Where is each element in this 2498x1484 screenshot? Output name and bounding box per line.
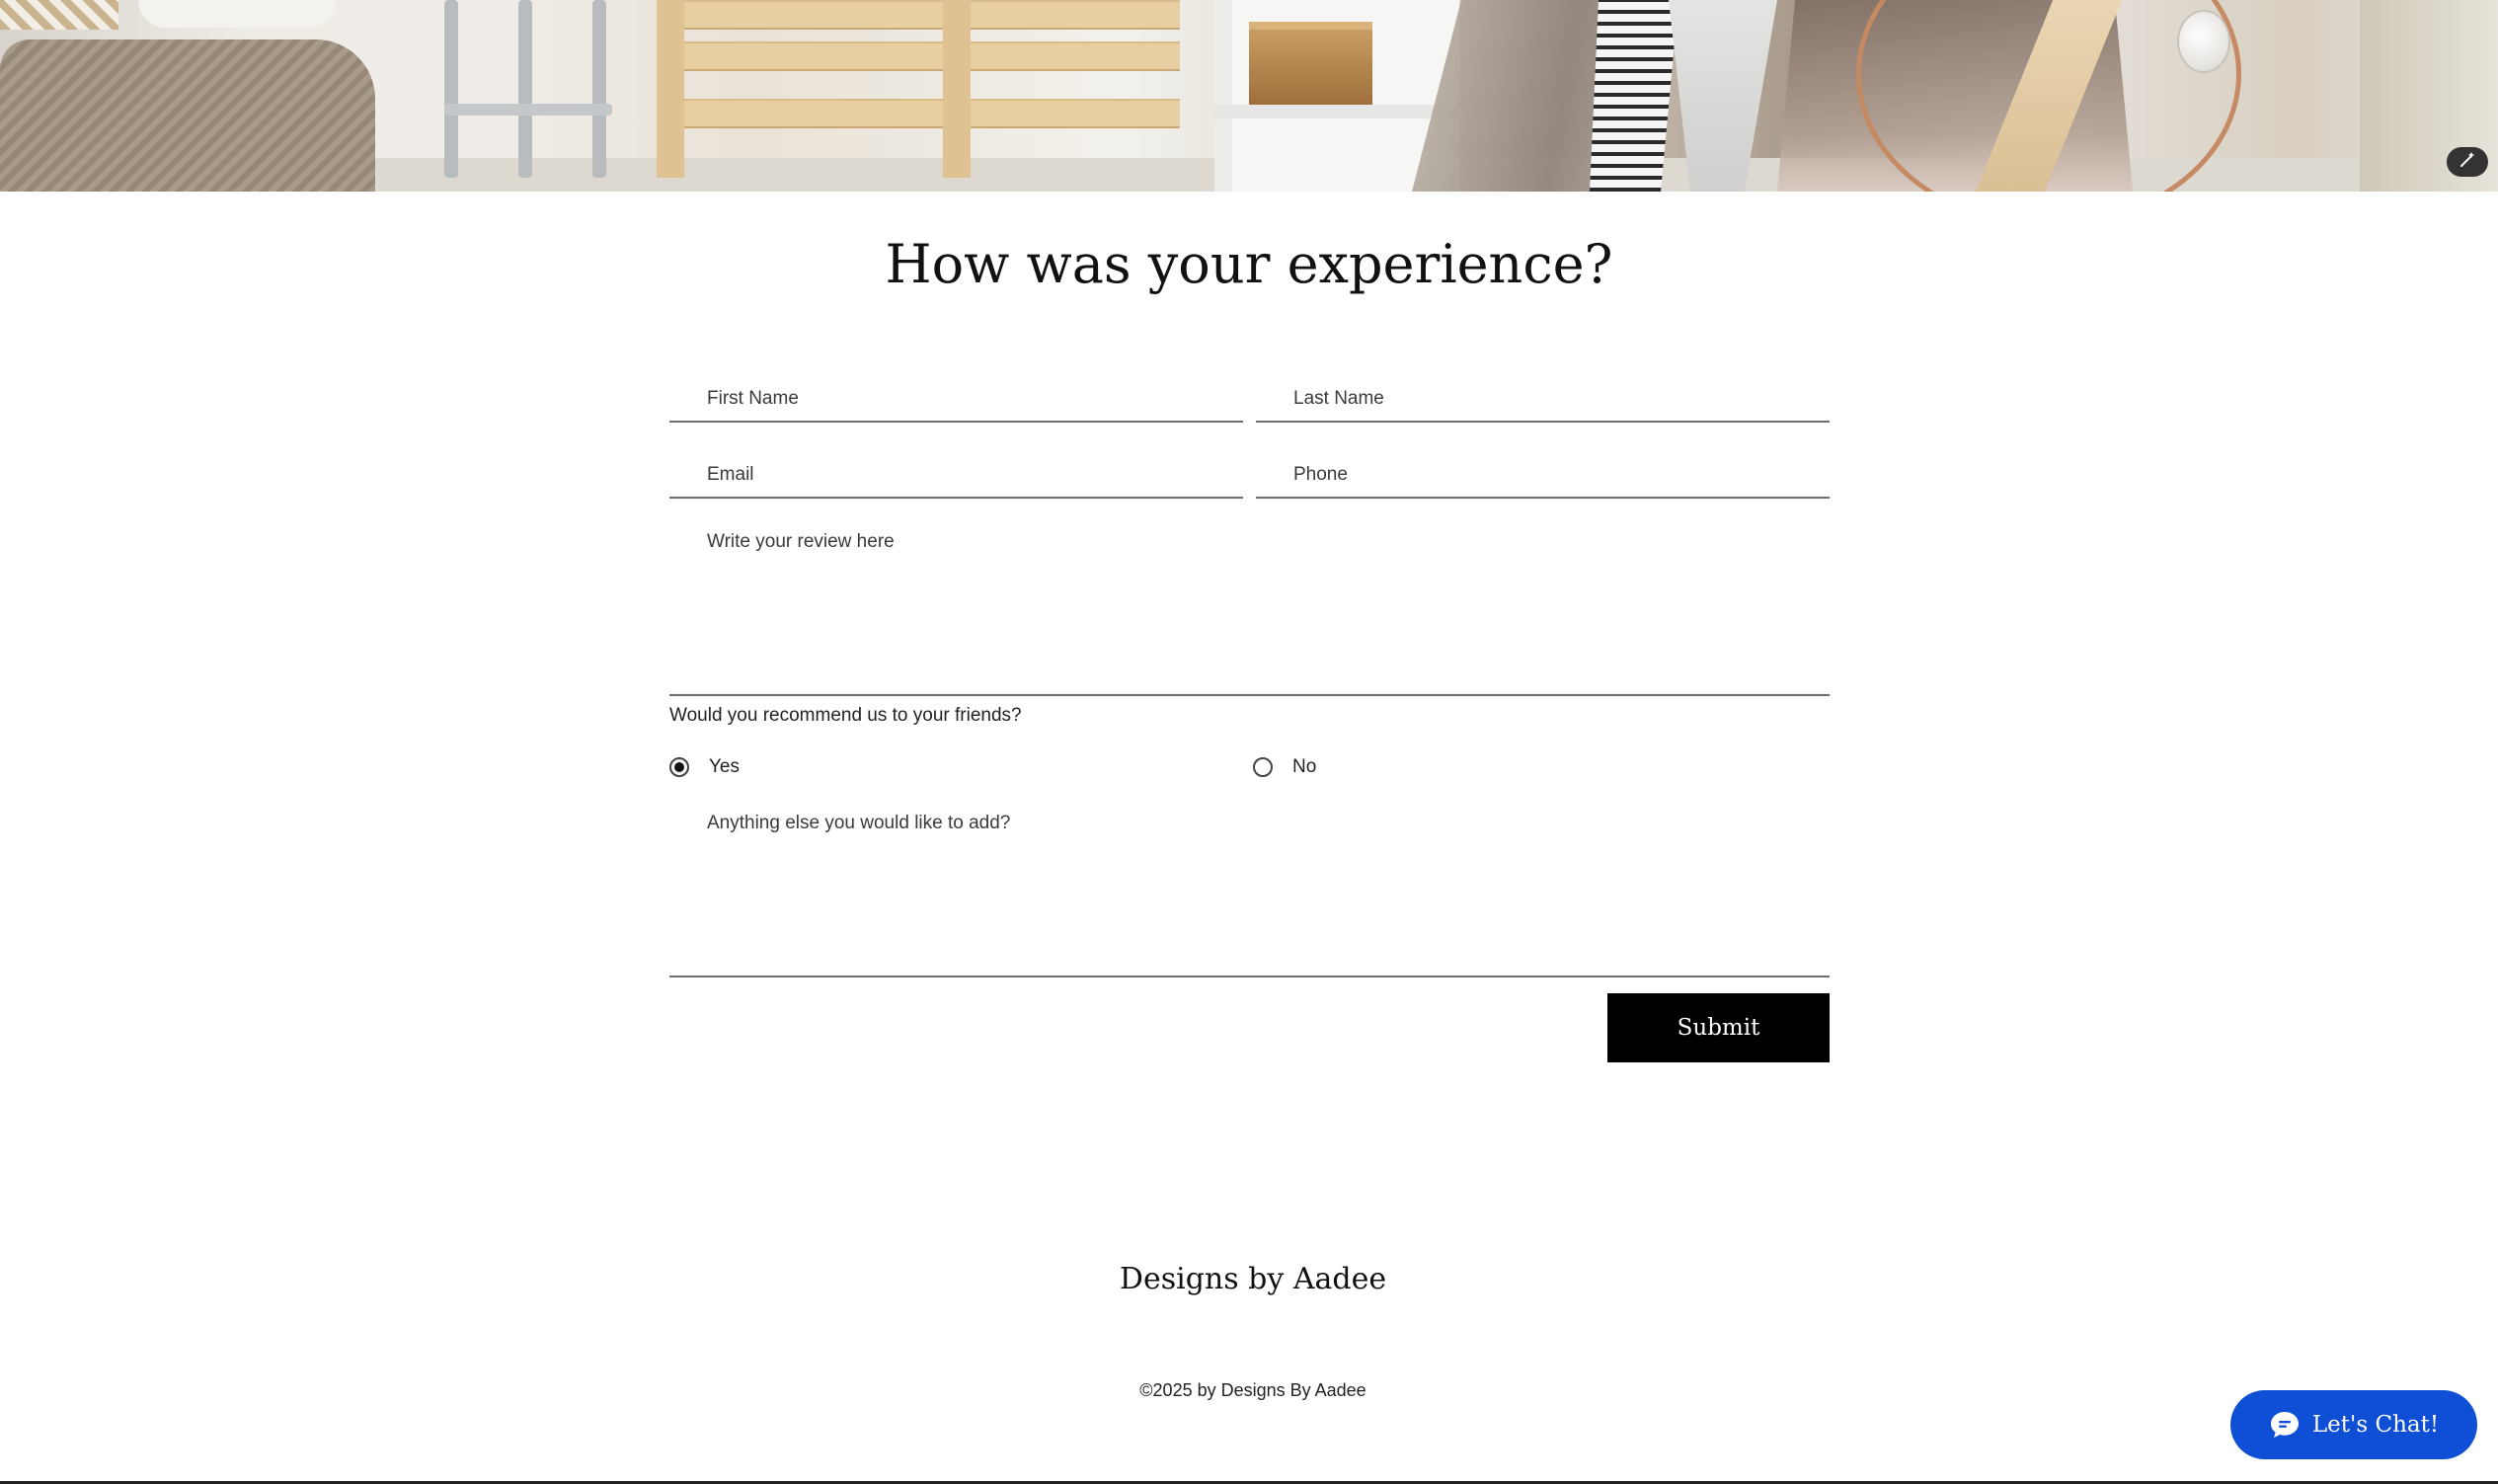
recommend-yes-label: Yes bbox=[709, 756, 740, 777]
footer-brand: Designs by Aadee bbox=[1119, 1262, 1387, 1296]
hero-blanket bbox=[0, 39, 375, 192]
hero-chair bbox=[444, 0, 622, 192]
image-tool-button[interactable] bbox=[2447, 147, 2488, 177]
radio-unselected-icon[interactable] bbox=[1253, 757, 1273, 777]
hero-image bbox=[0, 0, 2498, 192]
recommend-no-label: No bbox=[1292, 756, 1317, 777]
last-name-input[interactable] bbox=[1256, 367, 1830, 421]
chat-label: Let's Chat! bbox=[2311, 1412, 2440, 1438]
hero-bulb bbox=[2177, 10, 2230, 73]
email-field[interactable] bbox=[669, 443, 1243, 499]
page-title: How was your experience? bbox=[885, 233, 1613, 295]
radio-selected-icon[interactable] bbox=[669, 757, 689, 777]
phone-field[interactable] bbox=[1256, 443, 1830, 499]
recommend-yes-radio[interactable]: Yes bbox=[669, 756, 740, 778]
phone-input[interactable] bbox=[1256, 443, 1830, 497]
email-input[interactable] bbox=[669, 443, 1243, 497]
hero-cushion bbox=[138, 0, 336, 28]
first-name-input[interactable] bbox=[669, 367, 1243, 421]
magic-wand-icon bbox=[2459, 151, 2476, 174]
hero-wooden-rack bbox=[657, 0, 1180, 178]
chat-button[interactable]: Let's Chat! bbox=[2230, 1390, 2477, 1459]
review-field[interactable] bbox=[669, 513, 1830, 696]
last-name-field[interactable] bbox=[1256, 367, 1830, 423]
hero-pillow bbox=[0, 0, 118, 30]
review-textarea[interactable] bbox=[669, 513, 1830, 694]
additional-comments-textarea[interactable] bbox=[669, 795, 1830, 976]
footer-copyright: ©2025 by Designs By Aadee bbox=[1139, 1380, 1366, 1400]
submit-button[interactable]: Submit bbox=[1607, 993, 1830, 1062]
first-name-field[interactable] bbox=[669, 367, 1243, 423]
recommend-no-radio[interactable]: No bbox=[1253, 756, 1316, 778]
hero-box bbox=[1249, 22, 1372, 113]
chat-bubble-icon bbox=[2269, 1410, 2301, 1440]
recommend-question: Would you recommend us to your friends? bbox=[669, 705, 1022, 726]
hero-shelf-board bbox=[1214, 105, 1461, 118]
additional-comments-field[interactable] bbox=[669, 795, 1830, 977]
